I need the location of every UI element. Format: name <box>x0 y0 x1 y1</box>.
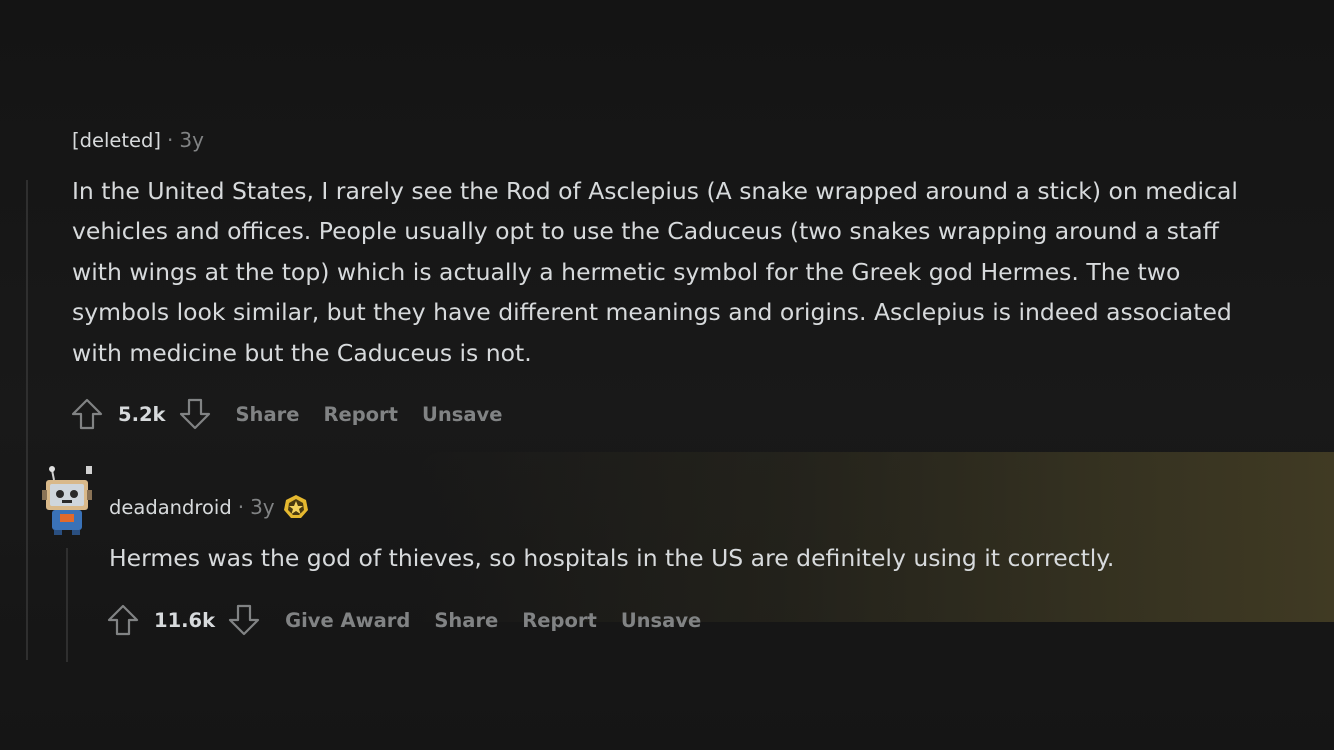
comment-thread: [deleted] · 3y In the United States, I r… <box>0 0 1334 750</box>
reply-actions: 11.6k Give Award Share Report Unsave <box>106 603 701 637</box>
share-button[interactable]: Share <box>236 403 300 426</box>
reply-thread-line[interactable] <box>66 548 68 662</box>
highlight-glow <box>420 452 1334 622</box>
comment-body-line: vehicles and offices. People usually opt… <box>72 217 1219 246</box>
thread-line[interactable] <box>26 180 28 660</box>
meta-separator: · <box>167 128 174 152</box>
comment-body-line: with wings at the top) which is actually… <box>72 257 1181 286</box>
upvote-arrow-icon[interactable] <box>106 603 140 637</box>
comment-body: In the United States, I rarely see the R… <box>72 171 1238 373</box>
share-button[interactable]: Share <box>434 609 498 632</box>
report-button[interactable]: Report <box>323 403 398 426</box>
upvote-arrow-icon[interactable] <box>70 397 104 431</box>
comment-body-line: with medicine but the Caduceus is not. <box>72 338 532 367</box>
comment-body-line: In the United States, I rarely see the R… <box>72 177 1238 205</box>
comment-actions: 5.2k Share Report Unsave <box>70 397 502 431</box>
comment-author[interactable]: [deleted] <box>72 129 161 152</box>
give-award-button[interactable]: Give Award <box>285 609 410 632</box>
reply-body: Hermes was the god of thieves, so hospit… <box>109 538 1114 578</box>
reply-author[interactable]: deadandroid <box>109 496 232 519</box>
comment-age[interactable]: 3y <box>179 128 204 152</box>
reply-meta: deadandroid · 3y <box>109 494 309 520</box>
comment-meta: [deleted] · 3y <box>72 128 204 152</box>
vote-score: 5.2k <box>118 402 166 426</box>
robot-avatar-icon[interactable] <box>40 464 96 536</box>
downvote-arrow-icon[interactable] <box>178 397 212 431</box>
unsave-button[interactable]: Unsave <box>621 609 701 632</box>
reply-age[interactable]: 3y <box>250 495 275 519</box>
unsave-button[interactable]: Unsave <box>422 403 502 426</box>
downvote-arrow-icon[interactable] <box>227 603 261 637</box>
report-button[interactable]: Report <box>522 609 597 632</box>
comment-body-line: symbols look similar, but they have diff… <box>72 298 1232 327</box>
meta-separator: · <box>237 495 245 519</box>
vote-score: 11.6k <box>154 608 216 632</box>
comment-body-line: Hermes was the god of thieves, so hospit… <box>109 544 1115 572</box>
award-badge-icon[interactable] <box>283 494 309 520</box>
